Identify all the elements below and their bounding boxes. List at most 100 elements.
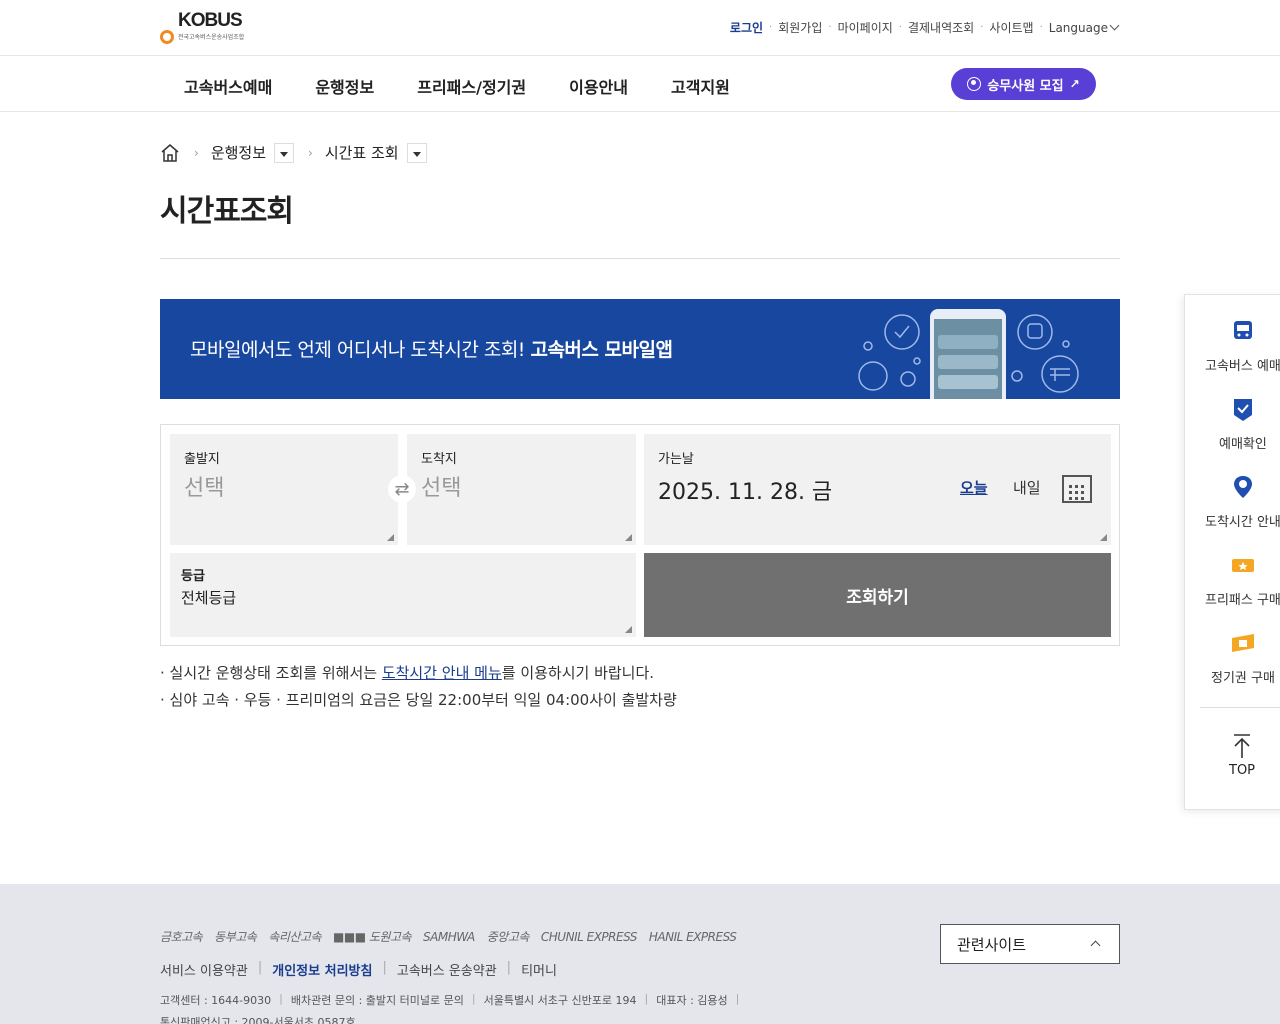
corner-indicator-icon <box>625 534 632 541</box>
info-customer-center: 고객센터 : 1644-9030 <box>160 994 272 1007</box>
home-icon[interactable] <box>160 143 180 163</box>
separator-dot: · <box>769 22 773 33</box>
footer: 금호고속 동부고속 속리산고속 ■■■ 도원고속 SAMHWA 중앙고속 CHU… <box>0 884 1280 1024</box>
kobus-logo[interactable]: KOBUS 전국고속버스운송사업조합 <box>160 10 250 46</box>
date-value: 2025. 11. 28. 금 <box>658 480 833 505</box>
partner-logo[interactable]: HANIL EXPRESS <box>649 930 737 944</box>
arrival-label: 도착지 <box>421 452 457 467</box>
note-line-2: · 심야 고속 · 우등 · 프리미엄의 요금은 당일 22:00부터 익일 0… <box>160 691 677 709</box>
utility-nav: 로그인 · 회원가입 · 마이페이지 · 결제내역조회 · 사이트맵 · Lan… <box>730 19 1120 36</box>
transport-terms-link[interactable]: 고속버스 운송약관 <box>397 960 497 979</box>
related-sites-select[interactable]: 관련사이트 <box>940 924 1120 964</box>
footer-links: 서비스 이용약관 | 개인정보 처리방침 | 고속버스 운송약관 | 티머니 <box>160 960 567 979</box>
nav-item-operation-info[interactable]: 운행정보 <box>315 74 374 98</box>
partner-logo[interactable]: 금호고속 <box>160 928 203 945</box>
nav-item-reservation[interactable]: 고속버스예매 <box>184 74 272 98</box>
date-field[interactable]: 가는날 2025. 11. 28. 금 오늘 내일 <box>644 434 1111 545</box>
external-link-icon: ↗ <box>1069 77 1080 91</box>
separator-dot: · <box>828 22 832 33</box>
calendar-icon[interactable] <box>1062 475 1092 503</box>
breadcrumb-level1[interactable]: 운행정보 <box>211 142 266 163</box>
note-text: · 실시간 운행상태 조회를 위해서는 <box>160 664 382 682</box>
mobile-app-illustration-icon <box>858 309 1079 399</box>
info-ceo: 대표자 : 김용성 <box>656 994 728 1007</box>
nav-item-support[interactable]: 고객지원 <box>671 74 730 98</box>
signup-link[interactable]: 회원가입 <box>778 19 822 36</box>
nav-item-guide[interactable]: 이용안내 <box>569 74 628 98</box>
breadcrumb-separator-icon: › <box>308 145 313 160</box>
mypage-link[interactable]: 마이페이지 <box>838 19 893 36</box>
quick-menu: 고속버스 예매 예매확인 도착시간 안내 프리패스 구매 정기권 구매 TOP <box>1184 294 1280 810</box>
logo-subtext: 전국고속버스운송사업조합 <box>178 34 245 41</box>
page-title: 시간표조회 <box>160 194 294 229</box>
quick-item-label: 고속버스 예매 <box>1205 359 1280 374</box>
nav-item-freepass[interactable]: 프리패스/정기권 <box>417 74 526 98</box>
note-line-1: · 실시간 운행상태 조회를 위해서는 도착시간 안내 메뉴를 이용하시기 바랍… <box>160 660 677 687</box>
today-button[interactable]: 오늘 <box>960 477 988 498</box>
login-link[interactable]: 로그인 <box>730 19 763 36</box>
footer-separator: | <box>279 992 283 1005</box>
arrow-up-icon <box>1234 734 1250 758</box>
grade-value: 전체등급 <box>181 589 237 607</box>
partner-logo[interactable]: SAMHWA <box>423 930 475 944</box>
breadcrumb-level2[interactable]: 시간표 조회 <box>325 142 399 163</box>
top-label: TOP <box>1229 763 1256 778</box>
partner-logo[interactable]: 속리산고속 <box>268 928 321 945</box>
language-label: Language <box>1048 20 1108 35</box>
separator-dot: · <box>980 22 984 33</box>
main-menu: 고속버스예매 운행정보 프리패스/정기권 이용안내 고객지원 <box>184 74 773 98</box>
corner-indicator-icon <box>625 626 632 633</box>
partner-logos: 금호고속 동부고속 속리산고속 ■■■ 도원고속 SAMHWA 중앙고속 CHU… <box>160 928 737 945</box>
tmoney-link[interactable]: 티머니 <box>521 960 557 979</box>
grade-label: 등급 <box>181 569 205 584</box>
sitemap-link[interactable]: 사이트맵 <box>989 19 1033 36</box>
breadcrumb-dropdown-2[interactable] <box>406 142 427 163</box>
privacy-policy-link[interactable]: 개인정보 처리방침 <box>272 960 372 979</box>
departure-field[interactable]: 출발지 선택 <box>170 434 398 545</box>
timetable-search-form: 출발지 선택 ⇄ 도착지 선택 가는날 2025. 11. 28. 금 오늘 내… <box>160 424 1120 646</box>
separator-dot: · <box>1039 22 1043 33</box>
arrival-field[interactable]: 도착지 선택 <box>407 434 636 545</box>
arrival-value: 선택 <box>421 476 462 501</box>
banner-text: 모바일에서도 언제 어디서나 도착시간 조회! 고속버스 모바일앱 <box>190 335 673 362</box>
footer-separator: | <box>382 960 387 975</box>
info-address: 서울특별시 서초구 신반포로 194 <box>483 994 637 1007</box>
logo-mark-icon <box>160 30 174 44</box>
logo-text: KOBUS <box>178 10 243 31</box>
breadcrumb-dropdown-1[interactable] <box>274 142 295 163</box>
swap-icon[interactable]: ⇄ <box>388 475 416 503</box>
corner-indicator-icon <box>1100 534 1107 541</box>
freepass-ticket-icon <box>1232 559 1254 572</box>
banner-text-bold: 고속버스 모바일앱 <box>530 339 673 361</box>
date-label: 가는날 <box>658 452 694 467</box>
note-text: 를 이용하시기 바랍니다. <box>501 664 655 682</box>
grade-field[interactable]: 등급 전체등급 <box>170 553 636 637</box>
payment-history-link[interactable]: 결제내역조회 <box>908 19 974 36</box>
footer-separator: | <box>471 992 476 1005</box>
location-pin-icon <box>1234 476 1252 498</box>
quick-menu-divider <box>1200 707 1280 708</box>
quick-item-label: 도착시간 안내 <box>1205 515 1280 530</box>
footer-separator: | <box>257 960 263 975</box>
title-divider <box>160 258 1120 259</box>
banner-text-regular: 모바일에서도 언제 어디서나 도착시간 조회! <box>190 339 531 361</box>
departure-label: 출발지 <box>184 452 220 467</box>
tomorrow-button[interactable]: 내일 <box>1013 477 1041 498</box>
search-button[interactable]: 조회하기 <box>644 553 1111 637</box>
arrival-info-link[interactable]: 도착시간 안내 메뉴 <box>382 664 502 682</box>
main-nav: 고속버스예매 운행정보 프리패스/정기권 이용안내 고객지원 승무사원 모집 ↗ <box>0 56 1280 112</box>
partner-logo[interactable]: CHUNIL EXPRESS <box>541 930 637 944</box>
partner-logo[interactable]: 중앙고속 <box>487 928 530 945</box>
departure-value: 선택 <box>184 476 225 501</box>
language-selector[interactable]: Language <box>1048 20 1120 35</box>
scroll-top-button[interactable]: TOP <box>1229 733 1255 778</box>
footer-separator: | <box>735 992 740 1005</box>
terms-link[interactable]: 서비스 이용약관 <box>160 960 248 979</box>
partner-logo[interactable]: 동부고속 <box>214 928 257 945</box>
quick-item-label: 프리패스 구매 <box>1205 593 1280 608</box>
quick-item-label: 예매확인 <box>1219 437 1267 452</box>
partner-logo[interactable]: ■■■ 도원고속 <box>333 928 412 945</box>
recruit-button[interactable]: 승무사원 모집 ↗ <box>951 68 1096 100</box>
info-registration: 통신판매업신고 : 2009-서울서초 0587호 <box>160 1016 356 1024</box>
mobile-app-banner[interactable]: 모바일에서도 언제 어디서나 도착시간 조회! 고속버스 모바일앱 <box>160 299 1120 399</box>
